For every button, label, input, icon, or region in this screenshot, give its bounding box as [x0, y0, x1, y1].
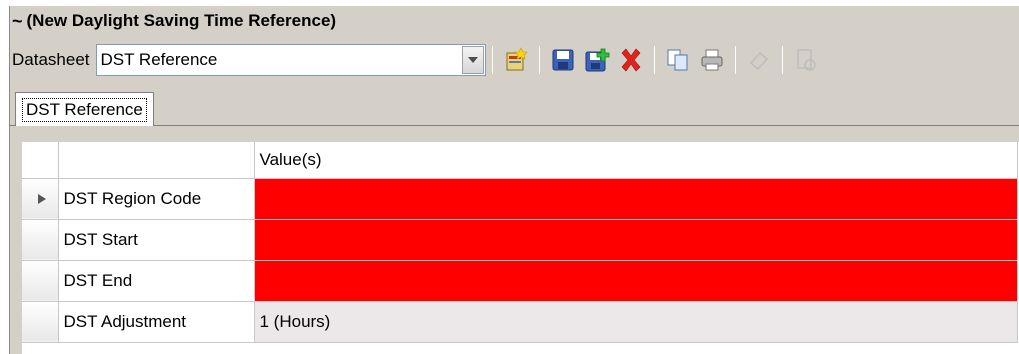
- eraser-icon: [749, 51, 768, 71]
- window-title: ~ (New Daylight Saving Time Reference): [12, 6, 336, 36]
- delete-icon: [621, 48, 640, 72]
- field-value-input[interactable]: [254, 219, 1018, 261]
- dropdown-button[interactable]: [461, 46, 484, 74]
- header-values-column: Value(s): [254, 142, 1018, 179]
- field-name: DST End: [58, 260, 255, 302]
- header-field-column: [58, 142, 255, 179]
- tab-strip: DST Reference: [10, 92, 1019, 126]
- datasheet-select-value: DST Reference: [100, 50, 218, 69]
- field-name: DST Start: [58, 219, 255, 261]
- toolbar-separator: [653, 46, 655, 74]
- row-selector[interactable]: [22, 178, 59, 220]
- table-row[interactable]: DST Start: [22, 219, 1018, 261]
- field-name: DST Region Code: [58, 178, 255, 220]
- save-button[interactable]: [548, 45, 578, 75]
- row-selector[interactable]: [22, 301, 59, 343]
- header-corner: [22, 142, 59, 179]
- table-row[interactable]: DST End: [22, 260, 1018, 302]
- copy-button[interactable]: [663, 45, 693, 75]
- grid-header-row: Value(s): [22, 142, 1018, 179]
- field-value-input[interactable]: 1 (Hours): [254, 301, 1018, 343]
- delete-button[interactable]: [616, 45, 646, 75]
- toolbar: Datasheet DST Reference: [12, 42, 823, 78]
- new-record-button[interactable]: [501, 45, 531, 75]
- tab-dst-reference[interactable]: DST Reference: [15, 92, 154, 126]
- toolbar-separator: [491, 46, 493, 74]
- table-row[interactable]: DST Adjustment 1 (Hours): [22, 301, 1018, 343]
- current-row-arrow-icon: [38, 193, 47, 204]
- toolbar-separator: [781, 46, 783, 74]
- eraser-button[interactable]: [744, 45, 774, 75]
- chevron-down-icon: [467, 57, 478, 63]
- row-selector[interactable]: [22, 219, 59, 261]
- save-and-new-button[interactable]: [582, 45, 612, 75]
- print-icon: [701, 49, 722, 71]
- toolbar-separator: [734, 46, 736, 74]
- datasheet-window: ~ (New Daylight Saving Time Reference) D…: [9, 6, 1019, 354]
- tab-label: DST Reference: [22, 97, 147, 122]
- row-selector[interactable]: [22, 260, 59, 302]
- datasheet-grid: Value(s) DST Region Code DST Start DST E…: [22, 142, 1019, 354]
- datasheet-label: Datasheet: [12, 50, 90, 69]
- copy-icon: [667, 49, 687, 71]
- table-row[interactable]: DST Region Code: [22, 178, 1018, 220]
- toolbar-separator: [538, 46, 540, 74]
- report-icon: [796, 49, 816, 71]
- save-and-new-icon: [585, 48, 609, 72]
- field-value-input[interactable]: [254, 260, 1018, 302]
- title-prefix: ~: [12, 10, 23, 31]
- report-button[interactable]: [791, 45, 821, 75]
- save-icon: [552, 49, 573, 71]
- datasheet-select[interactable]: DST Reference: [95, 44, 486, 76]
- field-name: DST Adjustment: [58, 301, 255, 343]
- field-value-input[interactable]: [254, 178, 1018, 220]
- new-record-icon: [506, 47, 528, 71]
- title-text: (New Daylight Saving Time Reference): [26, 11, 337, 30]
- print-button[interactable]: [697, 45, 727, 75]
